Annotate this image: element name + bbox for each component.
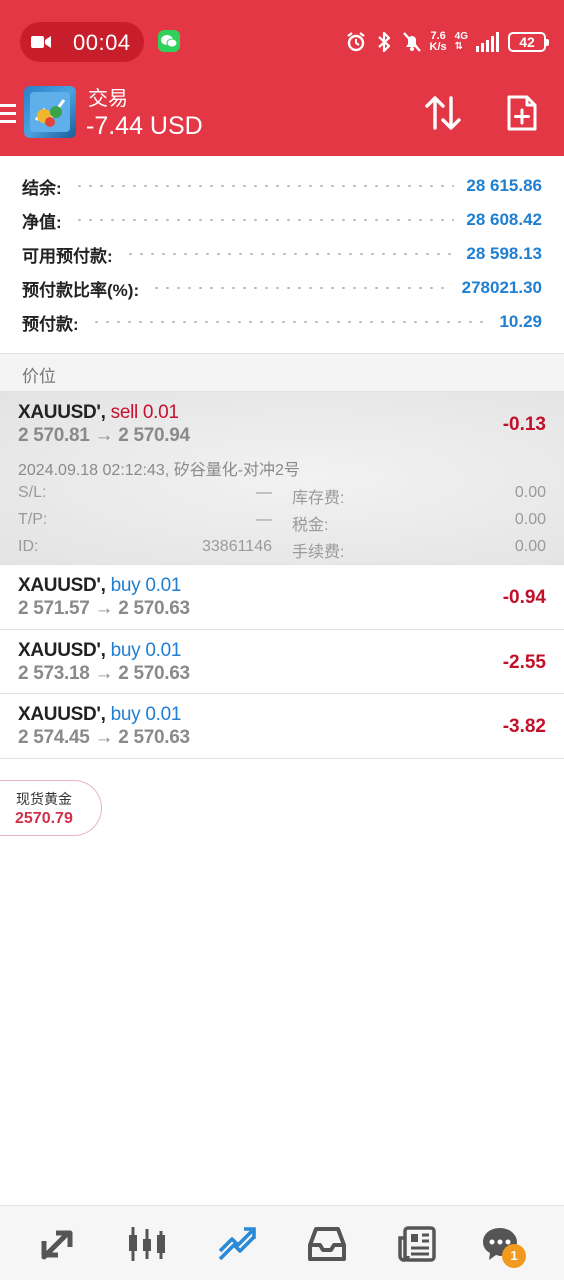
equity-row: 净值: 28 608.42 [22,210,542,232]
battery-indicator: 42 [508,32,549,52]
nav-quotes[interactable] [33,1220,81,1268]
position-row-expanded[interactable]: XAUUSD', sell 0.01 2 570.81 → 2 570.94 -… [0,392,564,565]
video-camera-icon [31,36,51,48]
position-profit: -3.82 [502,716,546,737]
tp-label: T/P: [18,511,48,528]
position-prices: 2 573.18 → 2 570.63 [18,663,190,684]
position-row[interactable]: XAUUSD', buy 0.01 2 571.57 → 2 570.63 -0… [0,565,564,630]
recording-time: 00:04 [73,30,131,55]
position-prices: 2 570.81 → 2 570.94 [18,425,190,446]
position-prices: 2 574.45 → 2 570.63 [18,727,190,748]
tax-value: 0.00 [514,511,546,528]
new-order-icon[interactable] [506,94,538,132]
news-icon [398,1226,436,1262]
nav-trade[interactable] [213,1220,261,1268]
free-margin-row: 可用预付款: 28 598.13 [22,244,542,266]
mute-bell-icon [402,32,421,52]
signal-icon [476,32,499,52]
position-row[interactable]: XAUUSD', buy 0.01 2 574.45 → 2 570.63 -3… [0,694,564,759]
section-header: 价位 [0,354,564,392]
network-speed: 7.6 K/s [429,30,447,53]
position-profit: -0.13 [502,414,546,435]
fee-value: 0.00 [514,538,546,555]
id-value: 33861146 [202,538,272,555]
sl-label: S/L: [18,484,47,501]
fee-label: 手续费: [292,544,345,561]
gold-widget-price: 2570.79 [15,810,73,827]
position-side: sell 0.01 [110,402,179,423]
position-symbol: XAUUSD', sell 0.01 [18,402,179,423]
position-side: buy 0.01 [110,640,182,661]
position-prices: 2 571.57 → 2 570.63 [18,598,190,619]
network-type: 4G ⇅ [454,31,468,52]
position-symbol: XAUUSD', buy 0.01 [18,575,182,596]
id-label: ID: [18,538,39,555]
tp-value: — [256,511,272,528]
top-bar: 00:04 7.6 K/s 4G ⇅ 42 交易 -7.44 USD [0,0,564,156]
sort-icon[interactable] [424,94,462,132]
chart-icon [129,1227,165,1261]
tax-label: 税金: [292,517,329,534]
nav-history[interactable] [303,1220,351,1268]
margin-row: 预付款: 10.29 [22,312,542,334]
app-logo [24,86,76,138]
total-profit: -7.44 USD [86,112,203,140]
sl-value: — [256,484,272,501]
bottom-navigation: 1 [0,1205,564,1280]
position-profit: -2.55 [502,652,546,673]
position-profit: -0.94 [502,587,546,608]
bluetooth-icon [377,31,390,53]
screen-recording-pill[interactable]: 00:04 [20,22,144,62]
gold-widget-name: 现货黄金 [16,791,72,807]
menu-icon[interactable] [0,102,16,126]
swap-label: 库存费: [292,490,345,507]
trade-icon [218,1227,256,1261]
position-side: buy 0.01 [110,704,182,725]
nav-news[interactable] [393,1220,441,1268]
status-bar: 00:04 7.6 K/s 4G ⇅ 42 [0,0,564,80]
quotes-icon [41,1230,73,1260]
position-symbol: XAUUSD', buy 0.01 [18,704,182,725]
alarm-icon [346,32,365,52]
nav-chart[interactable] [123,1220,171,1268]
account-summary: 结余: 28 615.86 净值: 28 608.42 可用预付款: 28 59… [0,156,564,354]
status-icons: 7.6 K/s 4G ⇅ 42 [346,28,549,56]
wechat-notification-icon [158,30,180,52]
position-time-comment: 2024.09.18 02:12:43, 矽谷量化-对冲2号 [18,462,300,479]
position-row[interactable]: XAUUSD', buy 0.01 2 573.18 → 2 570.63 -2… [0,630,564,694]
position-side: buy 0.01 [110,575,182,596]
section-title: 价位 [22,367,56,386]
chat-badge: 1 [502,1244,526,1268]
gold-price-widget[interactable]: 现货黄金 2570.79 [0,780,102,836]
swap-value: 0.00 [514,484,546,501]
page-title: 交易 [88,88,128,110]
balance-row: 结余: 28 615.86 [22,176,542,198]
margin-level-row: 预付款比率(%): 278021.30 [22,278,542,300]
history-icon [308,1227,346,1261]
app-header: 交易 -7.44 USD [0,80,564,156]
position-symbol: XAUUSD', buy 0.01 [18,640,182,661]
